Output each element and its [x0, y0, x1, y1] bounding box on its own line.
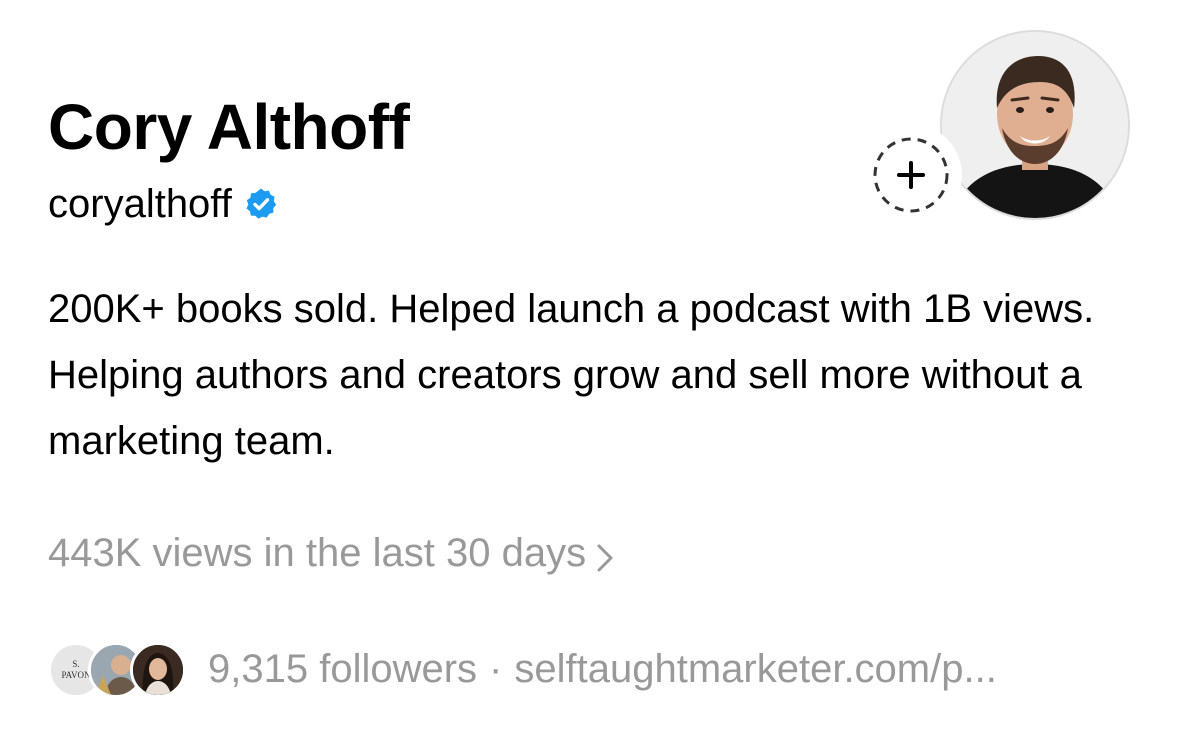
separator-dot: ·: [489, 646, 503, 691]
profile-bio: 200K+ books sold. Helped launch a podcas…: [48, 287, 1095, 463]
followers-count[interactable]: 9,315 followers: [208, 647, 477, 692]
profile-name: Cory Althoff: [48, 91, 410, 163]
follower-avatars[interactable]: S. PAVON: [48, 640, 188, 698]
username: coryalthoff: [48, 182, 232, 226]
profile-avatar[interactable]: [940, 30, 1130, 220]
views-count-text: 443K views in the last 30 days: [48, 530, 587, 575]
follower-avatar: [130, 642, 186, 698]
chevron-right-icon: [596, 538, 614, 572]
profile-link[interactable]: selftaughtmarketer.com/p...: [514, 647, 996, 692]
svg-text:PAVON: PAVON: [61, 670, 91, 680]
add-story-button[interactable]: [864, 128, 958, 222]
profile-insights-link[interactable]: 443K views in the last 30 days: [48, 524, 614, 582]
svg-text:S.: S.: [72, 659, 79, 669]
followers-row: S. PAVON 9,315 followers · selftaughtmar…: [48, 640, 997, 698]
add-story-icon: [873, 137, 949, 213]
username-row: coryalthoff: [48, 176, 278, 232]
verified-badge-icon: [244, 187, 278, 221]
